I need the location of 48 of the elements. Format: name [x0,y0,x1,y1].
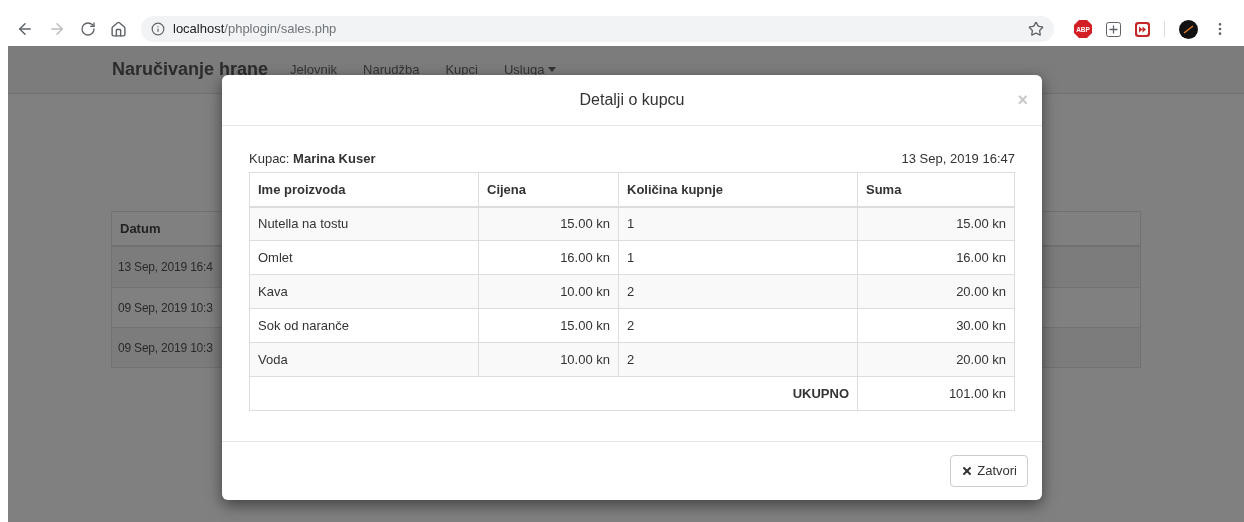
close-button[interactable]: × [1017,87,1028,114]
table-cell: 16.00 kn [857,240,1015,275]
table-cell: 30.00 kn [857,308,1015,343]
nav-link[interactable]: Narudžba [363,59,420,80]
table-cell: 16.00 kn [478,240,619,275]
table-cell: 15.00 kn [857,206,1015,241]
table-cell: 20.00 kn [857,342,1015,377]
table-cell: Voda [249,342,479,377]
table-cell: Nutella na tostu [249,206,479,241]
url-text: localhost/phplogin/sales.php [173,20,337,39]
total-value: 101.00 kn [857,376,1015,411]
nav-link[interactable]: Jelovnik [290,59,338,80]
customer-text: Kupac: Marina Kuser [249,149,376,168]
info-icon[interactable] [151,22,165,36]
column-header: Ime proizvoda [249,172,479,207]
column-header: Suma [857,172,1015,207]
table-cell: 20.00 kn [857,274,1015,309]
back-icon[interactable] [16,20,34,38]
table-cell: 10.00 kn [478,342,619,377]
caret-icon [548,67,557,72]
modal-title: Detalji o kupcu [579,90,685,110]
table-cell: 2 [618,342,858,377]
close-dialog-button[interactable]: Zatvori [950,455,1028,487]
table-cell: Omlet [249,240,479,275]
column-header: Količina kupnje [618,172,858,207]
table-cell: 15.00 kn [478,206,619,241]
fast-forward-extension-icon[interactable] [1135,21,1150,37]
order-date: 13 Sep, 2019 16:47 [901,149,1015,168]
table-cell: 2 [618,308,858,343]
table-cell: 10.00 kn [478,274,619,309]
total-label: UKUPNO [249,376,858,411]
plus-extension-icon[interactable] [1106,21,1121,37]
reload-icon[interactable] [80,21,96,37]
bookmark-star-icon[interactable] [1028,21,1044,37]
home-icon[interactable] [110,20,127,38]
profile-avatar-icon[interactable] [1179,19,1198,39]
table-cell: 1 [618,206,858,241]
table-cell: Sok od naranče [249,308,479,343]
brand-title[interactable]: Naručivanje hrane [112,56,269,83]
table-cell: Kava [249,274,479,309]
table-cell: 15.00 kn [478,308,619,343]
close-icon [961,465,974,477]
table-cell: 1 [618,240,858,275]
nav-link[interactable]: Kupci [445,59,478,80]
nav-link[interactable]: Usluga [503,59,557,80]
column-header: Cijena [478,172,619,207]
table-cell: 2 [618,274,858,309]
address-bar[interactable]: localhost/phplogin/sales.php [141,16,1054,42]
